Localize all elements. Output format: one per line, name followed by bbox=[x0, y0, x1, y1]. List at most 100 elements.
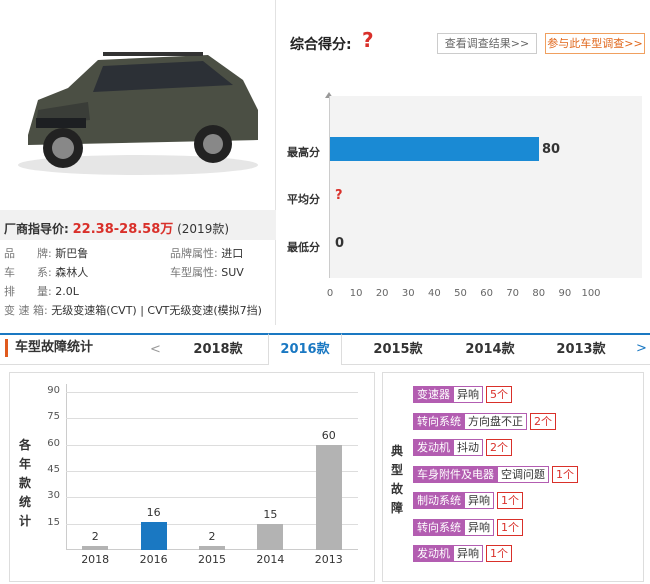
bar-value-label: 16 bbox=[146, 505, 161, 519]
chart-gridline bbox=[66, 471, 358, 472]
bar-value-label: 2 bbox=[91, 530, 99, 544]
score-axis-tick: 90 bbox=[558, 288, 572, 299]
model-year: (2019款) bbox=[177, 222, 230, 236]
spec-brand-attr: 品牌属性: 进口 bbox=[170, 247, 244, 260]
score-value: ? bbox=[362, 28, 374, 52]
max-score-bar bbox=[330, 137, 539, 161]
chart-gridline bbox=[66, 497, 358, 499]
year-bar bbox=[315, 444, 342, 550]
score-row-label: 最高分 bbox=[287, 146, 320, 159]
fault-count: 2个 bbox=[530, 412, 556, 430]
fault-symptom: 异响 bbox=[454, 545, 483, 562]
year-bar bbox=[82, 546, 109, 550]
fault-item[interactable]: 制动系统 异响 1个 bbox=[413, 492, 523, 509]
typical-faults-label: 典型故障 bbox=[390, 444, 403, 515]
fault-category: 发动机 bbox=[413, 545, 454, 562]
score-axis-tick: 60 bbox=[480, 288, 493, 299]
year-bar bbox=[199, 546, 225, 550]
fault-item[interactable]: 变速器 异响 5个 bbox=[413, 386, 512, 403]
tab-2016[interactable]: 2016款 bbox=[268, 333, 342, 365]
score-axis-tick: 80 bbox=[532, 288, 546, 299]
fault-item[interactable]: 发动机 异响 1个 bbox=[413, 545, 512, 562]
spec-brand: 品 牌: 斯巴鲁 bbox=[4, 247, 89, 260]
year-stats-chart bbox=[66, 384, 358, 550]
fault-category: 变速器 bbox=[413, 386, 454, 403]
bar-value-label: 2 bbox=[208, 530, 216, 544]
year-bar bbox=[140, 521, 167, 550]
spec-displacement: 排 量: 2.0L bbox=[4, 285, 79, 298]
fault-symptom: 异响 bbox=[465, 492, 494, 509]
fault-category: 转向系统 bbox=[413, 412, 465, 430]
price-row: 厂商指导价: 22.38-28.58万 (2019款) bbox=[0, 210, 276, 240]
x-tick-label: 2014 bbox=[256, 553, 285, 566]
year-bar bbox=[257, 523, 284, 550]
x-tick-label: 2015 bbox=[198, 553, 226, 566]
x-tick-label: 2018 bbox=[81, 553, 110, 566]
chart-gridline bbox=[66, 523, 358, 525]
view-results-button[interactable]: 查看调查结果>> bbox=[437, 33, 537, 54]
fault-item[interactable]: 发动机 抖动 2个 bbox=[413, 439, 512, 456]
price-label: 厂商指导价: bbox=[4, 222, 69, 236]
fault-stats-heading: 车型故障统计 bbox=[5, 339, 93, 357]
y-tick-label: 30 bbox=[47, 490, 60, 502]
y-tick-label: 15 bbox=[47, 516, 60, 528]
tab-2018[interactable]: 2018款 bbox=[178, 335, 258, 365]
y-axis-label: 各年款统计 bbox=[18, 438, 31, 528]
max-score-value: 80 bbox=[542, 142, 561, 157]
y-tick-label: 45 bbox=[47, 464, 60, 475]
y-tick-label: 90 bbox=[47, 385, 60, 396]
fault-symptom: 异响 bbox=[454, 386, 483, 403]
fault-symptom: 方向盘不正 bbox=[465, 412, 527, 430]
score-axis-tick: 0 bbox=[326, 288, 334, 299]
fault-item[interactable]: 转向系统 异响 1个 bbox=[413, 518, 523, 536]
fault-category: 车身附件及电器 bbox=[413, 465, 498, 483]
score-row-label: 最低分 bbox=[287, 241, 320, 254]
score-axis-tick: 50 bbox=[454, 288, 467, 299]
tab-2014[interactable]: 2014款 bbox=[450, 335, 530, 365]
join-survey-button[interactable]: 参与此车型调查>> bbox=[545, 33, 645, 54]
fault-count: 5个 bbox=[486, 386, 512, 403]
chart-gridline bbox=[66, 444, 358, 446]
min-score-value: 0 bbox=[335, 236, 345, 251]
score-axis-tick: 10 bbox=[349, 288, 363, 299]
fault-count: 1个 bbox=[486, 545, 512, 562]
fault-count: 2个 bbox=[486, 439, 512, 456]
score-row-label: 平均分 bbox=[287, 193, 320, 206]
score-axis-tick: 20 bbox=[375, 288, 389, 299]
fault-symptom: 异响 bbox=[465, 518, 494, 536]
score-axis-tick: 100 bbox=[581, 288, 601, 299]
tab-2013[interactable]: 2013款 bbox=[541, 335, 621, 365]
fault-category: 制动系统 bbox=[413, 492, 465, 509]
next-arrow-icon[interactable]: > bbox=[636, 341, 647, 356]
fault-symptom: 空调问题 bbox=[498, 465, 549, 483]
fault-item[interactable]: 车身附件及电器 空调问题 1个 bbox=[413, 465, 578, 483]
fault-count: 1个 bbox=[497, 492, 523, 509]
spec-transmission: 变 速 箱: 无级变速箱(CVT) | CVT无级变速(模拟7挡) bbox=[4, 304, 262, 317]
price-value: 22.38-28.58万 bbox=[72, 222, 174, 237]
score-axis-tick: 30 bbox=[401, 288, 415, 299]
avg-score-value: ? bbox=[335, 188, 343, 203]
chart-gridline bbox=[66, 418, 358, 420]
score-axis-tick: 70 bbox=[506, 288, 520, 299]
fault-category: 转向系统 bbox=[413, 518, 465, 536]
y-tick-label: 75 bbox=[47, 411, 60, 423]
x-tick-label: 2013 bbox=[314, 553, 343, 566]
car-photo bbox=[18, 52, 258, 175]
fault-item[interactable]: 转向系统 方向盘不正 2个 bbox=[413, 412, 556, 430]
fault-count: 1个 bbox=[497, 518, 523, 536]
y-tick-label: 60 bbox=[47, 437, 60, 449]
prev-arrow-icon[interactable]: < bbox=[150, 342, 161, 357]
fault-symptom: 抖动 bbox=[454, 439, 483, 456]
chart-gridline bbox=[66, 392, 358, 393]
bar-value-label: 60 bbox=[321, 428, 336, 442]
fault-count: 1个 bbox=[552, 465, 578, 483]
fault-category: 发动机 bbox=[413, 439, 454, 456]
spec-type: 车型属性: SUV bbox=[170, 266, 244, 279]
tab-2015[interactable]: 2015款 bbox=[358, 335, 438, 365]
score-title: 综合得分: bbox=[290, 37, 352, 53]
score-axis-tick: 40 bbox=[428, 288, 441, 299]
bar-value-label: 15 bbox=[263, 507, 278, 521]
spec-series: 车 系: 森林人 bbox=[4, 266, 89, 279]
x-tick-label: 2016 bbox=[139, 553, 168, 566]
score-plot bbox=[329, 96, 642, 278]
